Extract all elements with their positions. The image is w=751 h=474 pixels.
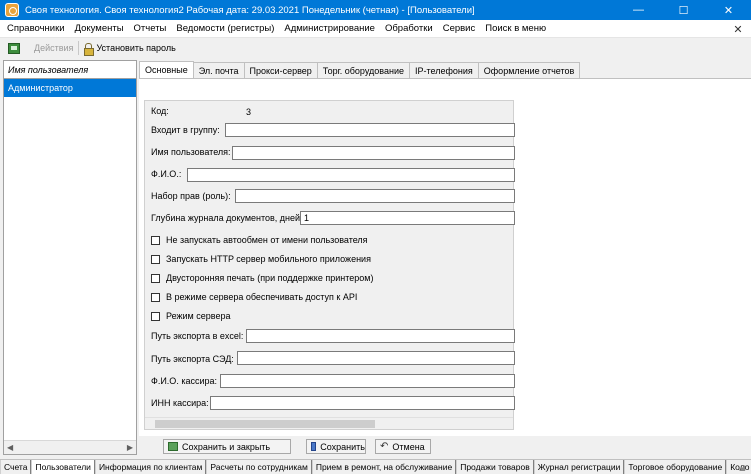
maximize-icon: ☐ — [678, 4, 689, 17]
scroll-left-icon[interactable]: ◀ — [7, 443, 13, 452]
checkbox[interactable] — [151, 292, 160, 302]
scroll-right-icon[interactable]: ▶ — [127, 443, 133, 452]
undo-icon: ↶ — [380, 441, 389, 452]
window-tab-users[interactable]: Пользователи — [31, 460, 95, 474]
list-item[interactable]: Администратор — [4, 79, 136, 97]
code-label: Код: — [151, 106, 169, 116]
fio-label: Ф.И.О.: — [151, 169, 182, 179]
users-list-scrollbar[interactable]: ◀ ▶ — [4, 440, 136, 454]
checkbox[interactable] — [151, 235, 160, 245]
menu-item-administrirovanie[interactable]: Администрирование — [279, 23, 380, 34]
scrollbar-thumb[interactable] — [155, 420, 375, 428]
tab-trade-equipment[interactable]: Торг. оборудование — [316, 62, 410, 79]
checkbox-server-mode[interactable]: Режим сервера — [151, 311, 230, 321]
group-label: Входит в группу: — [151, 125, 220, 135]
tab-osnovnye[interactable]: Основные — [139, 61, 194, 79]
code-row: Код: — [151, 106, 169, 116]
cashier-inn-field[interactable] — [210, 396, 515, 410]
excel-path-field[interactable] — [246, 329, 515, 343]
window-tabs-bar: Счета Пользователи Информация по клиента… — [0, 459, 751, 474]
sed-path-label: Путь экспорта СЭД: — [151, 354, 234, 364]
settings-tabs: Основные Эл. почта Прокси-сервер Торг. о… — [139, 61, 581, 79]
tab-report-design[interactable]: Оформление отчетов — [477, 62, 581, 79]
username-field[interactable] — [232, 146, 515, 160]
window-controls: — ☐ ✕ — [616, 0, 751, 20]
save-and-close-button[interactable]: Сохранить и закрыть — [163, 439, 291, 454]
sed-path-field[interactable] — [237, 351, 515, 365]
group-field[interactable] — [225, 123, 515, 137]
fio-field[interactable] — [187, 168, 515, 182]
cancel-button[interactable]: ↶ Отмена — [375, 439, 431, 454]
cashier-fio-label: Ф.И.О. кассира: — [151, 376, 217, 386]
minimize-button[interactable]: — — [616, 0, 661, 20]
menu-item-obrabotki[interactable]: Обработки — [380, 23, 438, 34]
menu-item-poisk[interactable]: Поиск в меню — [480, 23, 551, 34]
menu-item-otchety[interactable]: Отчеты — [129, 23, 172, 34]
tab-email[interactable]: Эл. почта — [192, 62, 245, 79]
window-title: Своя технология. Своя технология2 Рабоча… — [25, 4, 475, 16]
checkbox-label: Режим сервера — [166, 311, 231, 321]
cancel-label: Отмена — [392, 441, 425, 452]
journal-depth-field[interactable]: 1 — [300, 211, 515, 225]
tab-ip-telephony[interactable]: IP-телефония — [409, 62, 479, 79]
checkbox-no-autoexchange[interactable]: Не запускать автообмен от имени пользова… — [151, 235, 368, 245]
form-horizontal-scrollbar[interactable] — [145, 417, 513, 429]
menu-item-vedomosti[interactable]: Ведомости (регистры) — [171, 23, 279, 34]
checkbox[interactable] — [151, 254, 160, 264]
menu-item-dokumenty[interactable]: Документы — [70, 23, 129, 34]
window-tab-trade-equipment[interactable]: Торговое оборудование — [624, 460, 727, 474]
floppy-icon — [311, 442, 317, 451]
window-tab-employee-settlements[interactable]: Расчеты по сотрудникам — [206, 460, 312, 474]
checkbox-http-server[interactable]: Запускать HTTP сервер мобильного приложе… — [151, 254, 371, 264]
checkbox-api-access[interactable]: В режиме сервера обеспечивать доступ к A… — [151, 292, 357, 302]
code-value: 3 — [246, 107, 252, 117]
maximize-button[interactable]: ☐ — [661, 0, 706, 20]
menu-item-spravochniki[interactable]: Справочники — [0, 23, 70, 34]
window-tab-repair-intake[interactable]: Прием в ремонт, на обслуживание — [311, 460, 457, 474]
save-icon[interactable] — [8, 42, 20, 54]
excel-path-label: Путь экспорта в excel: — [151, 331, 244, 341]
window-tab-sales[interactable]: Продажи товаров — [456, 460, 534, 474]
role-field[interactable] — [235, 189, 515, 203]
close-icon: ✕ — [723, 4, 734, 17]
checkbox-label: Запускать HTTP сервер мобильного приложе… — [166, 254, 371, 264]
resize-grip-icon[interactable]: ◢ — [739, 463, 749, 473]
toolbar-separator — [78, 41, 80, 55]
user-form: Код: 3 Входит в группу: Имя пользователя… — [144, 100, 515, 430]
actions-button[interactable]: Действия — [34, 43, 73, 53]
minimize-icon: — — [633, 4, 644, 16]
menu-bar: Справочники Документы Отчеты Ведомости (… — [0, 20, 751, 38]
tab-proxy[interactable]: Прокси-сервер — [243, 62, 318, 79]
menu-item-servis[interactable]: Сервис — [438, 23, 481, 34]
save-button[interactable]: Сохранить — [306, 439, 366, 454]
checkbox-duplex-print[interactable]: Двусторонняя печать (при поддержке принт… — [151, 273, 373, 283]
window-tab-registration-log[interactable]: Журнал регистрации — [533, 460, 625, 474]
window-tab-client-info[interactable]: Информация по клиентам — [94, 460, 207, 474]
app-icon — [5, 3, 19, 17]
title-bar: Своя технология. Своя технология2 Рабоча… — [0, 0, 751, 20]
set-password-button[interactable]: Установить пароль — [96, 43, 175, 53]
checkbox-label: Не запускать автообмен от имени пользова… — [166, 235, 368, 245]
checkbox-label: В режиме сервера обеспечивать доступ к A… — [166, 292, 358, 302]
users-list-header[interactable]: Имя пользователя — [4, 61, 136, 79]
checkbox-label: Двусторонняя печать (при поддержке принт… — [166, 273, 374, 283]
save-label: Сохранить — [320, 441, 365, 452]
save-and-close-label: Сохранить и закрыть — [182, 441, 271, 452]
save-close-icon — [168, 442, 178, 451]
cashier-fio-field[interactable] — [220, 374, 515, 388]
username-label: Имя пользователя: — [151, 147, 231, 157]
toolbar: Действия Установить пароль — [0, 38, 751, 58]
role-label: Набор прав (роль): — [151, 191, 231, 201]
journal-depth-label: Глубина журнала документов, дней: — [151, 213, 303, 223]
window-tab-scheta[interactable]: Счета — [0, 460, 32, 474]
cashier-inn-label: ИНН кассира: — [151, 398, 209, 408]
checkbox[interactable] — [151, 311, 160, 321]
close-window-button[interactable]: ✕ — [706, 0, 751, 20]
lock-icon — [84, 42, 95, 56]
close-form-icon[interactable]: ✕ — [731, 22, 745, 36]
checkbox[interactable] — [151, 273, 160, 283]
users-list: Имя пользователя Администратор ◀ ▶ — [3, 60, 137, 455]
